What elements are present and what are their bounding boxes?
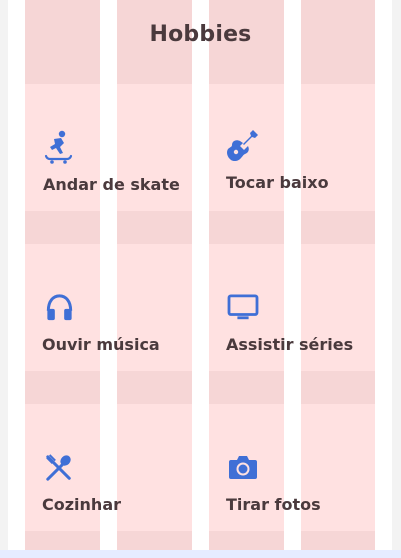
bottom-edge xyxy=(0,550,401,558)
hobby-label: Assistir séries xyxy=(226,335,354,354)
camera-icon xyxy=(229,456,257,479)
headphones-icon xyxy=(46,294,73,321)
skateboarding-icon xyxy=(44,130,73,164)
grid-stripe xyxy=(192,0,209,558)
grid-stripe xyxy=(100,0,117,558)
utensils-icon xyxy=(46,454,71,481)
guitar-icon xyxy=(227,130,258,162)
hobby-label: Ouvir música xyxy=(42,335,160,354)
hobby-label: Tirar fotos xyxy=(226,495,321,514)
hobby-label: Andar de skate xyxy=(43,175,180,194)
hobby-label: Cozinhar xyxy=(42,495,121,514)
grid-stripe xyxy=(284,0,301,558)
grid-gutter xyxy=(8,0,25,558)
tv-icon xyxy=(227,294,259,320)
hobby-label: Tocar baixo xyxy=(226,173,329,192)
grid-gutter xyxy=(375,0,392,558)
page-title: Hobbies xyxy=(149,22,252,47)
